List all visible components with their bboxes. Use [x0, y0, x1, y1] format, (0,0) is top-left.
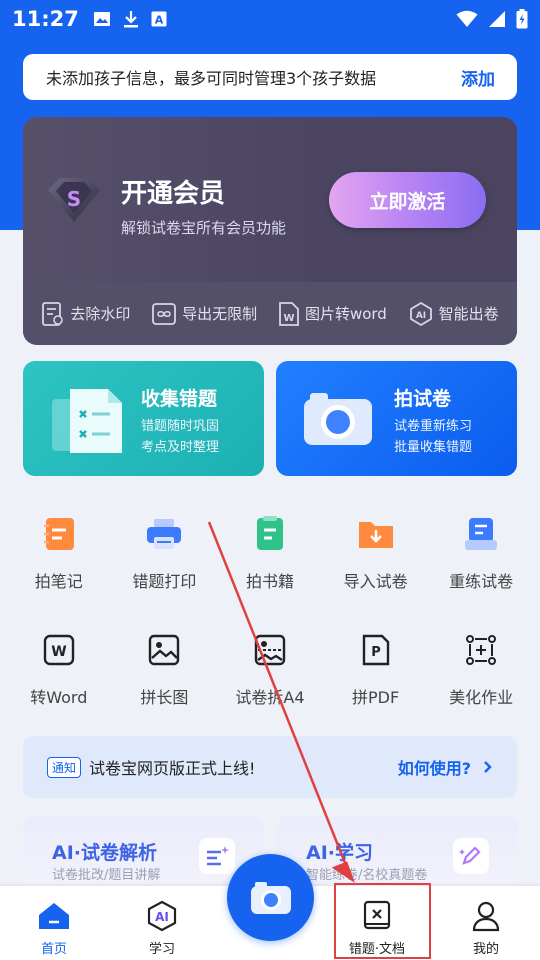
word-file-icon: W [279, 301, 299, 326]
camera-icon [250, 881, 291, 914]
tools-row-2: W 转Word 拼长图 试卷拆A4 P 拼PDF 美化作业 [0, 630, 540, 708]
svg-text:AI: AI [155, 910, 169, 924]
notice-text: 试卷宝网页版正式上线! [89, 759, 256, 778]
ai-card-sub: 试卷批改/题目讲解 [52, 868, 161, 883]
vip-title: 开通会员 [121, 179, 226, 209]
feature-label: 图片转word [304, 305, 387, 323]
notebook-icon [43, 518, 74, 550]
status-time: 11:27 [12, 7, 79, 31]
chevron-right-icon [484, 761, 492, 773]
svg-text:A: A [155, 14, 164, 27]
tool-label: 拍笔记 [34, 572, 83, 591]
svg-text:S: S [67, 187, 81, 211]
ai-card-title: AI·学习 [306, 842, 373, 864]
highlight-box-annotation [334, 883, 431, 959]
home-icon [39, 903, 69, 929]
profile-icon [472, 901, 500, 932]
ai-pen-icon [453, 838, 489, 874]
tab-label: 我的 [472, 942, 499, 957]
vip-feature-bar: 去除水印 导出无限制 W 图片转word AI 智能出卷 [23, 282, 517, 345]
tool-label: 试卷拆A4 [235, 688, 305, 707]
tool-retry-paper[interactable]: 重练试卷 [430, 514, 532, 592]
vip-feature-image-to-word: W 图片转word [278, 301, 387, 327]
vip-feature-smart-paper: AI 智能出卷 [408, 301, 499, 327]
retry-paper-icon [465, 518, 498, 550]
image-notification-icon [93, 12, 110, 26]
vip-gem-icon: S [48, 178, 100, 222]
signal-icon [489, 11, 505, 27]
download-icon [123, 11, 138, 28]
svg-text:W: W [51, 644, 66, 660]
tool-print-mistakes[interactable]: 错题打印 [113, 514, 215, 592]
long-image-icon [149, 634, 180, 666]
tool-beautify-homework[interactable]: 美化作业 [430, 630, 532, 708]
notice-tag: 通知 [47, 756, 82, 778]
how-to-use-link[interactable]: 如何使用? [398, 755, 471, 779]
tool-to-word[interactable]: W 转Word [8, 630, 110, 708]
infinity-export-icon [152, 302, 177, 325]
pdf-icon: P [362, 634, 389, 666]
camera-icon [304, 393, 372, 445]
tool-label: 拍书籍 [245, 572, 294, 591]
folder-import-icon [358, 522, 393, 548]
activate-vip-button[interactable]: 立即激活 [329, 172, 486, 228]
split-a4-icon [254, 634, 286, 666]
announcement-bar[interactable]: 通知 试卷宝网页版正式上线! 如何使用? [23, 736, 517, 798]
scan-paper-title: 拍试卷 [394, 388, 452, 410]
tool-label: 转Word [30, 688, 88, 707]
wifi-icon [456, 10, 478, 27]
mistake-document-icon [52, 389, 122, 453]
tool-import-paper[interactable]: 导入试卷 [325, 514, 427, 592]
ai-card-title: AI·试卷解析 [52, 842, 157, 864]
tool-photo-book[interactable]: 拍书籍 [219, 514, 321, 592]
tab-mine[interactable]: 我的 [446, 886, 526, 960]
svg-text:P: P [371, 645, 381, 660]
beautify-icon [466, 635, 497, 665]
svg-text:AI: AI [415, 311, 425, 321]
collect-mistakes-card[interactable]: 收集错题 错题随时巩固 考点及时整理 [23, 361, 264, 476]
tool-label: 导入试卷 [343, 572, 408, 591]
app-notification-icon: A [151, 11, 167, 27]
tool-long-image[interactable]: 拼长图 [113, 630, 215, 708]
scan-paper-desc: 试卷重新练习 批量收集错题 [394, 419, 473, 455]
collect-mistakes-desc: 错题随时巩固 考点及时整理 [141, 419, 220, 455]
ai-hexagon-icon: AI [409, 301, 432, 326]
ai-study-icon: AI [147, 900, 177, 932]
add-child-button[interactable]: 添加 [461, 65, 495, 90]
status-bar: 11:27 A [0, 0, 540, 38]
battery-icon [516, 9, 528, 29]
tool-label: 错题打印 [132, 572, 197, 591]
svg-text:W: W [283, 313, 294, 324]
vip-card[interactable]: S 开通会员 解锁试卷宝所有会员功能 立即激活 去除水印 导出无限制 W 图片转… [23, 117, 517, 345]
tools-row-1: 拍笔记 错题打印 拍书籍 导入试卷 重练试卷 [0, 514, 540, 592]
feature-label: 导出无限制 [182, 305, 258, 323]
vip-subtitle: 解锁试卷宝所有会员功能 [121, 219, 287, 237]
word-icon: W [43, 634, 74, 666]
vip-feature-unlimited-export: 导出无限制 [151, 302, 257, 326]
collect-mistakes-title: 收集错题 [141, 388, 218, 410]
tab-label: 首页 [40, 942, 67, 957]
tab-label: 学习 [148, 942, 175, 957]
scan-paper-card[interactable]: 拍试卷 试卷重新练习 批量收集错题 [276, 361, 517, 476]
tab-study[interactable]: AI 学习 [122, 886, 202, 960]
tool-label: 拼长图 [140, 688, 189, 707]
tab-home[interactable]: 首页 [14, 886, 94, 960]
remove-watermark-icon [42, 301, 64, 326]
tool-split-a4[interactable]: 试卷拆A4 [219, 630, 321, 708]
ai-analysis-icon [199, 838, 235, 874]
book-icon [256, 516, 283, 550]
feature-label: 智能出卷 [438, 305, 499, 323]
child-info-text: 未添加孩子信息，最多可同时管理3个孩子数据 [46, 69, 377, 88]
child-info-banner: 未添加孩子信息，最多可同时管理3个孩子数据 添加 [23, 54, 517, 100]
printer-icon [147, 519, 182, 549]
vip-feature-remove-watermark: 去除水印 [41, 301, 130, 327]
tool-label: 美化作业 [449, 688, 514, 707]
tool-label: 拼PDF [351, 688, 400, 707]
tool-merge-pdf[interactable]: P 拼PDF [325, 630, 427, 708]
ai-card-sub: 智能练卷/名校真题卷 [306, 868, 428, 883]
tool-label: 重练试卷 [449, 572, 514, 591]
tool-photo-notes[interactable]: 拍笔记 [8, 514, 110, 592]
feature-label: 去除水印 [70, 305, 131, 323]
camera-fab-button[interactable] [227, 854, 314, 941]
